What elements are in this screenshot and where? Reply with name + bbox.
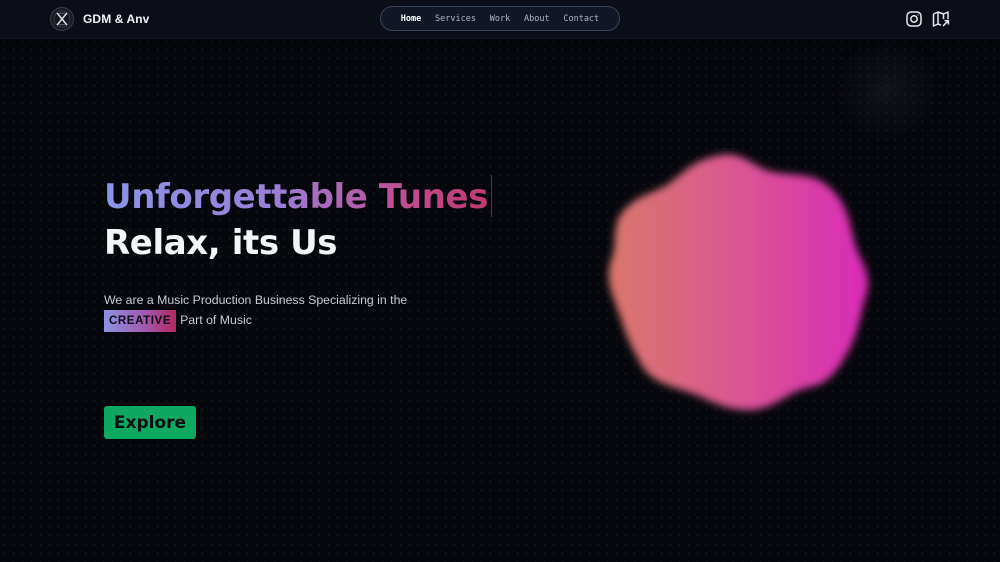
hero-title-line1: Unforgettable Tunes (104, 174, 490, 220)
hero-title: Unforgettable Tunes Relax, its Us (104, 174, 493, 266)
top-navbar: GDM & Anv Home Services Work About Conta… (0, 0, 1000, 39)
instagram-icon[interactable] (905, 10, 923, 28)
creative-badge: CREATIVE (104, 310, 177, 332)
hero-title-line2: Relax, its Us (104, 223, 338, 263)
brand[interactable]: GDM & Anv (50, 7, 149, 31)
nav-item-about[interactable]: About (524, 14, 550, 24)
hero-tagline: We are a Music Production Business Speci… (104, 290, 444, 332)
nav-item-contact[interactable]: Contact (563, 14, 599, 24)
gradient-blob-graphic (598, 148, 878, 423)
tagline-text: We are a Music Production Business Speci… (104, 293, 408, 307)
typing-caret (491, 175, 493, 217)
explore-button[interactable]: Explore (104, 406, 196, 439)
main-nav: Home Services Work About Contact (380, 6, 620, 31)
nav-item-work[interactable]: Work (490, 14, 510, 24)
nav-item-services[interactable]: Services (435, 14, 476, 24)
x-logo-icon[interactable] (50, 7, 74, 31)
nav-item-home[interactable]: Home (401, 14, 421, 24)
tagline-suffix: Part of Music (180, 313, 252, 327)
map-icon[interactable] (932, 10, 950, 28)
brand-name[interactable]: GDM & Anv (83, 12, 149, 26)
decorative-glow (835, 40, 940, 140)
page: GDM & Anv Home Services Work About Conta… (0, 0, 1000, 562)
